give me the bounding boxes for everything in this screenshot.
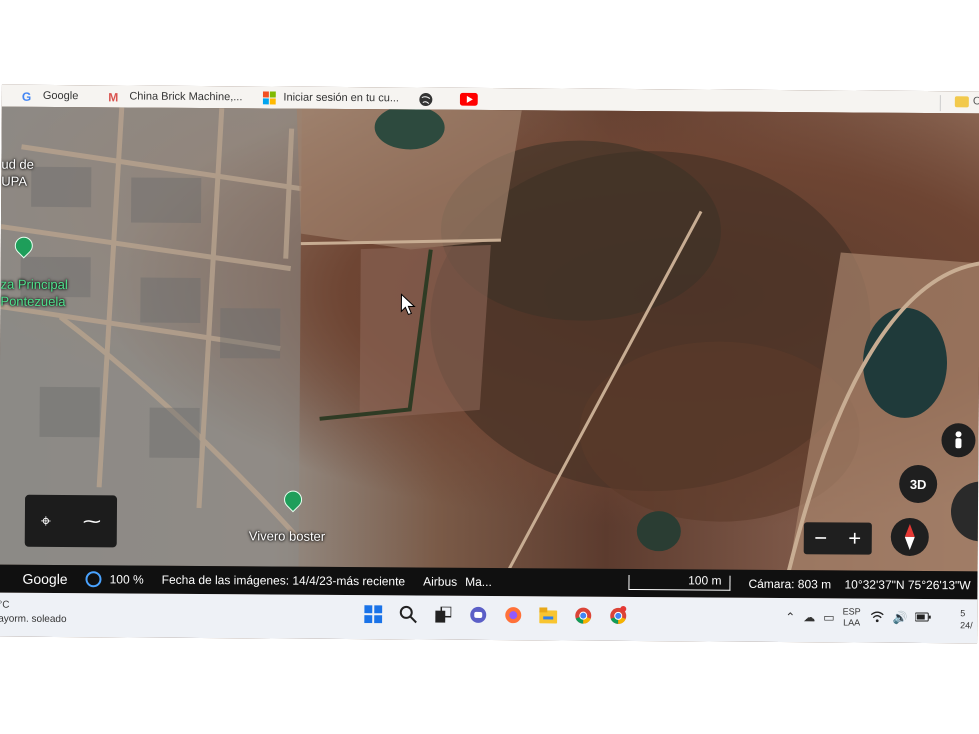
lang-line1: ESP	[842, 606, 861, 617]
coordinates: 10°32'37"N 75°26'13"W	[844, 577, 971, 593]
globe-icon	[419, 92, 433, 106]
clock-date: 24/	[960, 620, 973, 631]
chrome-icon[interactable]	[572, 605, 594, 627]
bookmark-label: Google	[42, 89, 79, 103]
taskbar-apps	[362, 603, 642, 627]
compass-icon[interactable]	[890, 517, 929, 557]
clock-time: 5	[960, 608, 966, 619]
tray-display-icon[interactable]: ▭	[823, 610, 834, 624]
bookmark-youtube[interactable]	[459, 92, 481, 106]
google-brand: Google	[22, 570, 68, 588]
map-tools-panel: ⌖ ⁓	[24, 494, 118, 548]
satellite-map[interactable]: ud de UPA za Principal Pontezuela Vivero…	[0, 106, 979, 572]
language-indicator[interactable]: ESP LAA	[843, 606, 861, 628]
tray-chevron-up-icon[interactable]: ⌃	[785, 610, 795, 624]
pegman-streetview-icon[interactable]	[941, 423, 976, 458]
system-tray: ⌃ ☁ ▭ ESP LAA 🔊	[785, 606, 940, 629]
bookmark-label: Iniciar sesión en tu cu...	[283, 91, 400, 105]
location-pin-icon[interactable]: ⌖	[41, 510, 51, 531]
measure-path-icon[interactable]: ⁓	[83, 511, 101, 532]
loading-ring-icon	[85, 571, 102, 588]
poi-label-plaza-line2[interactable]: Pontezuela	[0, 294, 65, 309]
file-explorer-icon[interactable]	[537, 604, 559, 626]
youtube-icon	[459, 92, 479, 106]
tray-cloud-icon[interactable]: ☁	[803, 610, 815, 624]
battery-icon[interactable]	[915, 611, 932, 625]
bookmark-microsoft-login[interactable]: Iniciar sesión en tu cu...	[262, 90, 400, 105]
zoom-out-icon[interactable]: −	[814, 525, 827, 551]
weather-text: ayorm. soleado	[0, 613, 67, 626]
wifi-icon[interactable]	[871, 610, 885, 625]
weather-temp: °C	[0, 599, 10, 611]
lang-line2: LAA	[843, 617, 861, 628]
zoom-in-icon[interactable]: +	[848, 526, 861, 552]
scale-bar: 100 m	[628, 573, 731, 591]
task-view-icon[interactable]	[432, 604, 454, 626]
imagery-date[interactable]: Fecha de las imágenes: 14/4/23-más recie…	[162, 573, 406, 589]
bookmark-google[interactable]: G Google	[21, 89, 79, 104]
map-imagery	[0, 106, 979, 572]
brick-machine-icon: M	[108, 89, 119, 104]
poi-label-plaza-line1[interactable]: za Principal	[0, 277, 67, 292]
windows-start-icon[interactable]	[362, 603, 384, 625]
mouse-cursor-icon	[400, 293, 416, 316]
windows-taskbar: °C ayorm. soleado ⌃ ☁ ▭ ESP LAA 🔊 5 24/	[0, 592, 978, 644]
bookmark-globe[interactable]	[419, 92, 440, 106]
scale-label: 100 m	[688, 573, 722, 588]
chrome-active-icon[interactable]	[607, 605, 629, 627]
volume-icon[interactable]: 🔊	[893, 611, 908, 625]
poi-label-salud-line2[interactable]: UPA	[1, 174, 27, 189]
bookmark-china-brick[interactable]: M China Brick Machine,...	[108, 90, 242, 104]
teams-chat-icon[interactable]	[467, 604, 489, 626]
firefox-icon[interactable]	[502, 604, 524, 626]
bookmark-overflow[interactable]: C	[973, 95, 979, 107]
poi-label-vivero[interactable]: Vivero boster	[249, 528, 325, 544]
zoom-control: − +	[803, 522, 872, 555]
screen-photo: G Google M China Brick Machine,... Inici…	[0, 84, 979, 644]
bookmarks-divider	[939, 95, 941, 112]
microsoft-icon	[262, 90, 276, 104]
weather-widget[interactable]: °C ayorm. soleado	[0, 599, 67, 627]
google-icon: G	[21, 89, 32, 104]
load-percent: 100 %	[109, 572, 144, 587]
poi-label-salud-line1[interactable]: ud de	[1, 157, 34, 172]
toggle-3d-button[interactable]: 3D	[899, 464, 938, 504]
bookmark-folder-icon[interactable]	[954, 96, 969, 108]
imagery-provider-more[interactable]: Ma...	[465, 575, 492, 589]
bookmark-label: China Brick Machine,...	[129, 90, 243, 104]
system-clock[interactable]: 5 24/	[960, 607, 973, 631]
camera-altitude: Cámara: 803 m	[748, 576, 832, 592]
camera-info: Cámara: 803 m 10°32'37"N 75°26'13"W	[748, 577, 970, 593]
search-icon[interactable]	[397, 603, 419, 625]
imagery-provider: Airbus	[423, 574, 458, 589]
